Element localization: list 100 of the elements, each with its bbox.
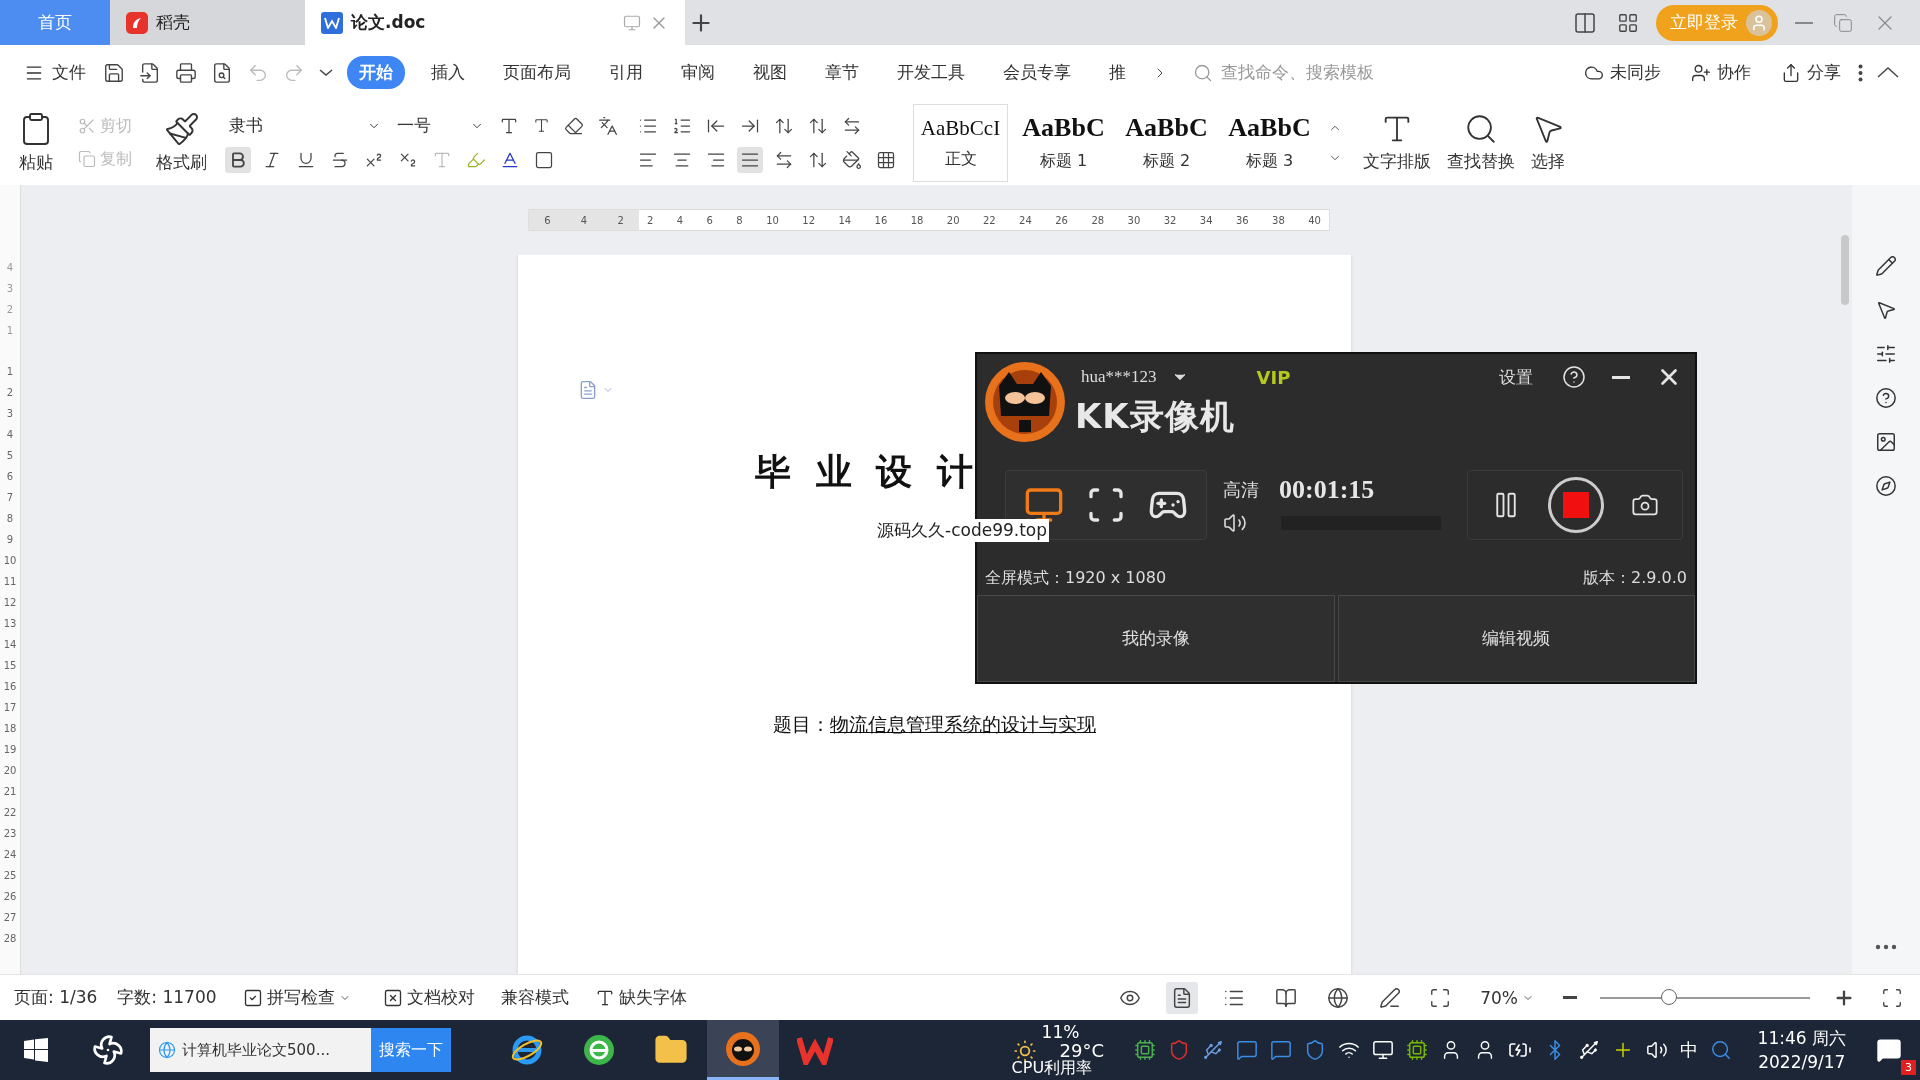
recorder-title: KK录像机: [1075, 395, 1236, 438]
spell-check-button[interactable]: 拼写检查: [236, 985, 357, 1010]
quality-label: 高清: [1223, 478, 1259, 502]
settings-button[interactable]: 设置: [1493, 364, 1539, 390]
ruler-number: 40: [1308, 214, 1321, 226]
format-painter-button[interactable]: 格式刷: [152, 111, 211, 174]
ruler-number: 3: [6, 407, 14, 421]
ruler-number: 1: [6, 365, 14, 379]
ruler-number: 4: [580, 214, 588, 226]
document-subtitle: 源码久久-code99.top: [875, 519, 1050, 542]
mode-info: 全屏模式：1920 x 1080: [985, 568, 1167, 589]
notification-count: 3: [1901, 1060, 1916, 1075]
ruler-number: 21: [3, 785, 17, 799]
style-label: 标题 2: [1142, 151, 1191, 172]
ruler-number: 26: [1055, 214, 1068, 226]
select-tool-button[interactable]: 选择: [1527, 112, 1569, 173]
compat-mode-label: 兼容模式: [500, 986, 569, 1009]
ribbon-tab[interactable]: 引用: [597, 56, 655, 89]
ruler-number: 4: [676, 214, 684, 226]
taskbar-search-button[interactable]: 搜索一下: [371, 1028, 451, 1072]
topic-line: 题目：物流信息管理系统的设计与实现: [773, 712, 1096, 737]
ruler-number: 1: [6, 324, 14, 338]
ribbon-tab[interactable]: 审阅: [669, 56, 727, 89]
ribbon-tab[interactable]: 推: [1097, 56, 1138, 89]
ruler-number: 2: [647, 214, 654, 226]
ruler-number: 15: [3, 659, 17, 673]
recording-timer: 00:01:15: [1279, 475, 1375, 505]
ruler-number: 17: [3, 701, 17, 715]
document-tab[interactable]: 稻壳: [110, 0, 305, 45]
ribbon-tab[interactable]: 章节: [813, 56, 871, 89]
ruler-number: 4: [6, 261, 14, 275]
ruler-number: 2: [6, 303, 14, 317]
ruler-number: 28: [1091, 214, 1105, 226]
ruler-number: 38: [1272, 214, 1285, 226]
taskbar-clock[interactable]: 11:46 周六 2022/9/17: [1757, 1026, 1846, 1074]
font-size-select[interactable]: 一号: [393, 112, 488, 139]
share-button[interactable]: 分享: [1775, 60, 1847, 85]
ruler-number: 20: [3, 764, 17, 778]
ruler-number: 27: [3, 911, 17, 925]
ruler-number: 24: [3, 848, 17, 862]
file-menu[interactable]: 文件: [18, 60, 92, 85]
ruler-number: 6: [706, 214, 713, 226]
command-search-field[interactable]: 查找命令、搜索模板: [1193, 61, 1413, 84]
taskbar-search-field[interactable]: 计算机毕业论文500...: [150, 1028, 371, 1072]
ribbon-tab[interactable]: 视图: [741, 56, 799, 89]
ruler-number: 11: [3, 575, 17, 589]
font-name-select[interactable]: 隶书: [225, 112, 385, 139]
ribbon-tab[interactable]: 开始: [347, 56, 405, 89]
style-preview: AaBbC: [1125, 113, 1208, 143]
ruler-number: 18: [910, 214, 924, 226]
ruler-number: 22: [3, 806, 17, 820]
ruler-number: 6: [544, 214, 551, 226]
style-label: 正文: [944, 148, 977, 170]
ruler-number: 36: [1235, 214, 1249, 226]
document-tab[interactable]: 论文.doc: [305, 0, 685, 45]
ruler-number: 16: [3, 680, 17, 694]
ribbon-tab[interactable]: 开发工具: [885, 56, 977, 89]
paste-button[interactable]: 粘贴: [14, 111, 58, 174]
recorder-action-button[interactable]: 我的录像: [977, 595, 1335, 682]
ruler-number: 2: [6, 386, 14, 400]
ruler-number: 14: [3, 638, 17, 652]
ruler-number: 20: [946, 214, 960, 226]
page-count: 页面: 1/36: [14, 986, 98, 1009]
recorder-action-button[interactable]: 编辑视频: [1337, 595, 1695, 682]
ruler-number: 25: [3, 869, 17, 883]
ruler-number: 22: [982, 214, 996, 226]
ribbon-tab[interactable]: 插入: [419, 56, 477, 89]
missing-fonts-button[interactable]: 缺失字体: [588, 985, 693, 1010]
style-label: 标题 1: [1039, 151, 1088, 172]
sync-button[interactable]: 未同步: [1578, 60, 1667, 85]
style-option[interactable]: AaBbCcI 正文: [913, 103, 1008, 182]
style-label: 标题 3: [1245, 151, 1294, 172]
ruler-number: 7: [6, 491, 14, 505]
zoom-select[interactable]: 70%: [1474, 986, 1540, 1009]
layout-tool-button[interactable]: 文字排版: [1359, 112, 1435, 173]
ruler-number: 8: [736, 214, 743, 226]
ruler-number: 18: [3, 722, 17, 736]
ribbon-tab[interactable]: 会员专享: [991, 56, 1083, 89]
document-title: 毕 业 设 计: [755, 450, 979, 494]
ruler-number: 9: [6, 533, 14, 547]
vip-label: VIP: [1256, 366, 1291, 388]
find-tool-button[interactable]: 查找替换: [1443, 112, 1519, 173]
ruler-number: 2: [617, 214, 624, 226]
style-preview: AaBbC: [1228, 113, 1311, 143]
collab-button[interactable]: 协作: [1685, 60, 1757, 85]
input-method-indicator[interactable]: 中: [1679, 1038, 1698, 1062]
ribbon-tab[interactable]: 页面布局: [491, 56, 583, 89]
ruler-number: 4: [6, 428, 14, 442]
ruler-number: 13: [3, 617, 17, 631]
style-preview: AaBbC: [1022, 113, 1105, 143]
user-dropdown[interactable]: hua***123: [1075, 366, 1195, 388]
temperature: 29°C: [1059, 1040, 1105, 1061]
proofread-button[interactable]: 文档校对: [376, 985, 481, 1010]
version-label: 版本：2.9.0.0: [1583, 568, 1687, 589]
ruler-number: 8: [6, 512, 14, 526]
ruler-number: 12: [802, 214, 815, 226]
ruler-number: 34: [1199, 214, 1213, 226]
ruler-number: 5: [6, 449, 14, 463]
ruler-number: 10: [766, 214, 779, 226]
ruler-number: 3: [6, 282, 14, 296]
